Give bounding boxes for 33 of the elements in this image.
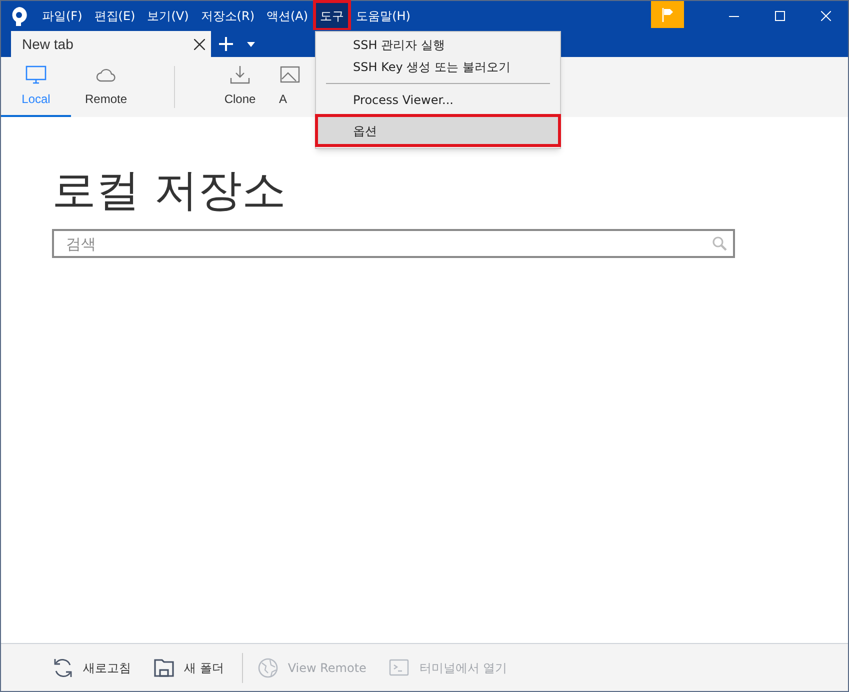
menu-item[interactable]: 도구: [314, 1, 350, 30]
search-icon: [712, 236, 727, 251]
flag-icon: [662, 8, 674, 22]
terminal-icon: [388, 656, 410, 678]
folder-icon: [153, 656, 175, 678]
toolbar-button[interactable]: A: [275, 57, 305, 117]
image-icon: [279, 64, 301, 85]
menu-item[interactable]: 옵션: [316, 115, 560, 146]
maximize-icon[interactable]: [775, 10, 785, 20]
menu-item[interactable]: SSH 관리자 실행: [316, 34, 560, 56]
search-field[interactable]: 검색: [52, 229, 735, 258]
toolbar-button[interactable]: Remote: [71, 57, 141, 117]
globe-icon: [256, 656, 279, 678]
tab[interactable]: New tab: [11, 31, 211, 57]
toolbar-button[interactable]: Clone: [205, 57, 275, 117]
menu-item[interactable]: 파일(F): [36, 1, 88, 30]
close-icon[interactable]: [194, 38, 205, 50]
refresh-icon: [52, 656, 74, 678]
menu-item[interactable]: 편집(E): [88, 1, 142, 30]
menu-item[interactable]: 도움말(H): [350, 1, 416, 30]
page-heading: 로컬 저장소: [52, 165, 287, 217]
plus-icon[interactable]: [219, 37, 233, 51]
menu-item[interactable]: Process Viewer...: [316, 89, 560, 111]
menu-item[interactable]: 저장소(R): [194, 1, 260, 30]
caret-icon[interactable]: [247, 42, 255, 47]
app-logo-icon: [10, 6, 28, 26]
download-icon: [229, 64, 251, 85]
menu-item[interactable]: 액션(A): [260, 1, 314, 30]
monitor-icon: [25, 64, 47, 85]
menu-item[interactable]: SSH Key 생성 또는 불러오기: [316, 56, 560, 78]
footer-button[interactable]: 새 폴더: [153, 656, 224, 678]
menu-item[interactable]: 보기(V): [141, 1, 195, 30]
footer-button[interactable]: 새로고침: [52, 656, 131, 678]
